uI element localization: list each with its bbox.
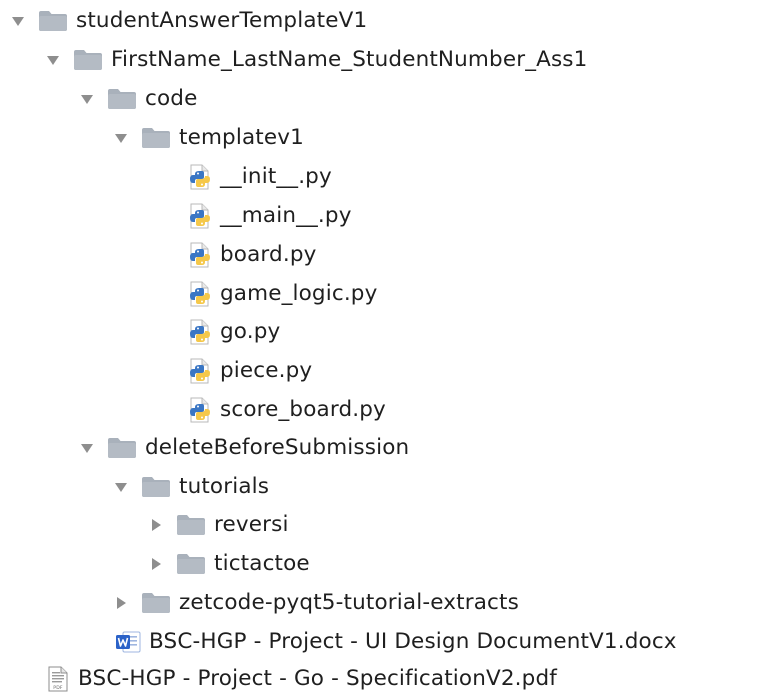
tree-item-ui-design-doc[interactable]: BSC-HGP - Project - UI Design DocumentV1… — [115, 623, 677, 661]
tree-item-label: go.py — [220, 319, 281, 344]
tree-item-file[interactable]: __main__.py — [188, 197, 352, 235]
tree-item-reversi[interactable]: reversi — [148, 506, 289, 544]
folder-icon — [176, 553, 206, 575]
pdf-file-icon — [46, 666, 70, 692]
tree-item-label: __init__.py — [220, 164, 332, 189]
tree-item-label: BSC-HGP - Project - Go - SpecificationV2… — [78, 666, 557, 691]
chevron-down-icon[interactable] — [79, 91, 95, 107]
tree-item-file[interactable]: __init__.py — [188, 158, 332, 196]
folder-icon — [141, 127, 171, 149]
tree-item-label: board.py — [220, 242, 317, 267]
tree-item-label: tictactoe — [214, 551, 310, 576]
tree-item-label: tutorials — [179, 474, 270, 499]
tree-item-file[interactable]: board.py — [188, 236, 317, 274]
tree-item-label: BSC-HGP - Project - UI Design DocumentV1… — [149, 629, 677, 654]
python-file-icon — [188, 281, 212, 307]
tree-item-label: deleteBeforeSubmission — [145, 435, 410, 460]
tree-item-file[interactable]: score_board.py — [188, 391, 386, 429]
python-file-icon — [188, 203, 212, 229]
tree-item-label: game_logic.py — [220, 281, 378, 306]
python-file-icon — [188, 164, 212, 190]
folder-icon — [107, 88, 137, 110]
tree-item-tutorials[interactable]: tutorials — [113, 468, 269, 506]
tree-item-deleteBeforeSubmission[interactable]: deleteBeforeSubmission — [79, 429, 409, 467]
tree-item-label: studentAnswerTemplateV1 — [76, 8, 368, 33]
folder-icon — [141, 592, 171, 614]
tree-item-code[interactable]: code — [79, 80, 197, 118]
tree-item-label: code — [145, 86, 198, 111]
tree-item-file[interactable]: piece.py — [188, 352, 312, 390]
python-file-icon — [188, 319, 212, 345]
tree-item-label: zetcode-pyqt5-tutorial-extracts — [179, 590, 519, 615]
folder-icon — [141, 476, 171, 498]
chevron-right-icon[interactable] — [113, 595, 129, 611]
word-file-icon — [115, 629, 141, 655]
tree-item-label: __main__.py — [220, 203, 352, 228]
tree-item-zetcode[interactable]: zetcode-pyqt5-tutorial-extracts — [113, 584, 519, 622]
chevron-down-icon[interactable] — [113, 130, 129, 146]
tree-item-project-folder[interactable]: FirstName_LastName_StudentNumber_Ass1 — [45, 41, 587, 79]
file-tree: studentAnswerTemplateV1 FirstName_LastNa… — [0, 0, 759, 693]
tree-item-label: reversi — [214, 512, 289, 537]
chevron-right-icon[interactable] — [148, 556, 164, 572]
tree-item-tictactoe[interactable]: tictactoe — [148, 545, 310, 583]
python-file-icon — [188, 242, 212, 268]
folder-icon — [176, 514, 206, 536]
chevron-down-icon[interactable] — [45, 52, 61, 68]
tree-item-file[interactable]: game_logic.py — [188, 275, 377, 313]
chevron-down-icon[interactable] — [113, 479, 129, 495]
tree-item-label: FirstName_LastName_StudentNumber_Ass1 — [111, 47, 588, 72]
tree-item-spec-pdf[interactable]: BSC-HGP - Project - Go - SpecificationV2… — [46, 660, 557, 693]
tree-item-label: piece.py — [220, 358, 313, 383]
chevron-down-icon[interactable] — [10, 13, 26, 29]
tree-item-file[interactable]: go.py — [188, 313, 280, 351]
python-file-icon — [188, 397, 212, 423]
tree-item-label: templatev1 — [179, 125, 304, 150]
chevron-right-icon[interactable] — [148, 517, 164, 533]
folder-icon — [38, 10, 68, 32]
tree-item-studentAnswerTemplateV1[interactable]: studentAnswerTemplateV1 — [10, 2, 367, 40]
folder-icon — [73, 49, 103, 71]
tree-item-templatev1[interactable]: templatev1 — [113, 119, 304, 157]
folder-icon — [107, 437, 137, 459]
chevron-down-icon[interactable] — [79, 440, 95, 456]
tree-item-label: score_board.py — [220, 397, 386, 422]
python-file-icon — [188, 358, 212, 384]
